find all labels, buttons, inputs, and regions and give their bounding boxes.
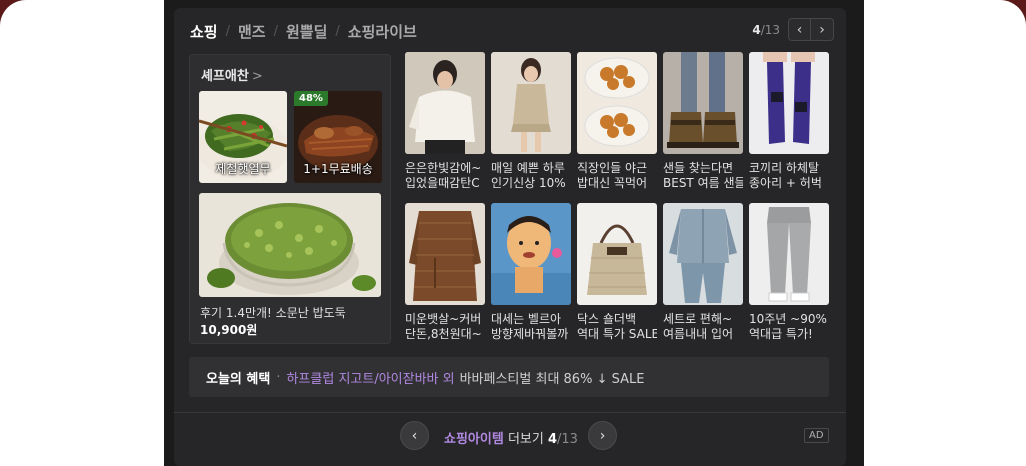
product-card[interactable]: 은은한빛감에~ 입었을때감탄C xyxy=(405,52,485,191)
tab-shopping[interactable]: 쇼핑 xyxy=(190,21,218,42)
product-text-line: 역대급 특가! xyxy=(749,327,813,341)
product-text-line: 샌들 찾는다면 xyxy=(663,161,734,175)
pepper-jar-image xyxy=(199,193,381,297)
product-thumbnail xyxy=(405,52,485,154)
tab-mens[interactable]: 맨즈 xyxy=(238,21,266,42)
chef-mini-item[interactable]: 제철햇열무 xyxy=(199,91,287,183)
product-text-line: 코끼리 하체탈 xyxy=(749,161,820,175)
featured-product-image[interactable] xyxy=(199,193,381,297)
page-background-left xyxy=(0,0,164,466)
benefit-brand: 하프클럽 지고트/아이잗바바 외 xyxy=(286,371,455,387)
next-page-button[interactable]: › xyxy=(811,18,834,41)
footer-divider xyxy=(174,412,846,413)
product-text-line: 10주년 ~90% xyxy=(749,312,827,326)
product-text-line: 세트로 편해~ xyxy=(663,312,733,326)
product-thumbnail xyxy=(491,52,571,154)
product-thumbnail xyxy=(663,203,743,305)
chef-section: 셰프애찬 > 제철햇열무 48% 1+1무료배송 후기 1.4만개! 소문난 밥… xyxy=(189,54,391,344)
product-card[interactable]: 코끼리 하체탈 종아리 + 허벅 xyxy=(749,52,829,191)
header-pager: 4/13 ‹ › xyxy=(752,18,834,41)
chevron-left-icon: ‹ xyxy=(796,21,803,38)
product-card[interactable]: 세트로 편해~ 여름내내 입어 xyxy=(663,203,743,342)
product-text-line: 닥스 숄더백 xyxy=(577,312,637,326)
tab-separator: / xyxy=(273,23,278,39)
footer-prev-button[interactable]: ‹ xyxy=(400,421,429,450)
product-text-line: 종아리 + 허벅 xyxy=(749,176,822,190)
chef-section-title[interactable]: 셰프애찬 > xyxy=(201,65,263,84)
benefit-separator: · xyxy=(276,369,281,385)
product-thumbnail xyxy=(749,203,829,305)
product-text-line: 여름내내 입어 xyxy=(663,327,734,341)
product-thumbnail xyxy=(577,52,657,154)
fried-chicken-image xyxy=(577,52,657,154)
chevron-right-icon: › xyxy=(599,427,606,444)
product-card[interactable]: 미운뱃살~커버 단돈,8천원대~ xyxy=(405,203,485,342)
chevron-left-icon: ‹ xyxy=(411,427,418,444)
product-card[interactable]: 샌들 찾는다면 BEST 여름 샌들 xyxy=(663,52,743,191)
product-thumbnail xyxy=(405,203,485,305)
tab-separator: / xyxy=(225,23,230,39)
product-text-line: 은은한빛감에~ xyxy=(405,161,482,175)
page-background-right xyxy=(864,0,1026,466)
product-text-line: 단돈,8천원대~ xyxy=(405,327,482,341)
set-outfit-image xyxy=(663,203,743,305)
tab-bar: 쇼핑 / 맨즈 / 원쁠딜 / 쇼핑라이브 xyxy=(190,20,417,42)
tab-separator: / xyxy=(335,23,340,39)
product-card[interactable]: 닥스 숄더백 역대 특가 SALE xyxy=(577,203,657,342)
sandals-image xyxy=(663,52,743,154)
shopping-panel: 쇼핑 / 맨즈 / 원쁠딜 / 쇼핑라이브 4/13 ‹ › 셰프애찬 > 제철… xyxy=(174,8,846,466)
featured-product-price: 10,900원 xyxy=(200,323,258,337)
jogger-pants-image xyxy=(749,203,829,305)
product-text-line: 직장인들 야근 xyxy=(577,161,648,175)
product-text-line: 입었을때감탄C xyxy=(405,176,480,190)
product-text-line: 매일 예쁜 하루 xyxy=(491,161,565,175)
dress-image xyxy=(491,52,571,154)
product-card[interactable]: 매일 예쁜 하루 인기신상 10% xyxy=(491,52,571,191)
product-card[interactable]: 직장인들 야근 밥대신 꼭먹어 xyxy=(577,52,657,191)
air-freshener-image xyxy=(491,203,571,305)
ad-badge[interactable]: AD xyxy=(804,428,829,443)
shopping-widget-frame: 쇼핑 / 맨즈 / 원쁠딜 / 쇼핑라이브 4/13 ‹ › 셰프애찬 > 제철… xyxy=(164,0,864,466)
featured-product-title[interactable]: 후기 1.4만개! 소문난 밥도둑 xyxy=(200,304,385,321)
shoulder-bag-image xyxy=(577,203,657,305)
chef-mini-caption: 1+1무료배송 xyxy=(303,162,373,176)
product-text-line: 인기신상 10% xyxy=(491,176,566,190)
chevron-right-icon: › xyxy=(819,21,825,38)
chef-mini-caption: 제철햇열무 xyxy=(215,162,271,176)
knit-cover-image xyxy=(405,203,485,305)
prev-page-button[interactable]: ‹ xyxy=(788,18,811,41)
benefit-label: 오늘의 혜택 xyxy=(206,371,271,387)
product-card[interactable]: 10주년 ~90% 역대급 특가! xyxy=(749,203,829,342)
product-card[interactable]: 대세는 벨르아 방향제바꿔볼까 xyxy=(491,203,571,342)
tab-shopping-live[interactable]: 쇼핑라이브 xyxy=(348,21,417,42)
todays-benefit-banner[interactable]: 오늘의 혜택 · 하프클럽 지고트/아이잗바바 외 바바페스티벌 최대 86% … xyxy=(189,357,829,397)
product-text-line: 역대 특가 SALE xyxy=(577,327,657,341)
chevron-right-icon: > xyxy=(251,69,263,84)
product-text-line: 밥대신 꼭먹어 xyxy=(577,176,648,190)
product-thumbnail xyxy=(577,203,657,305)
tab-one-plus-deal[interactable]: 원쁠딜 xyxy=(286,21,327,42)
pager-count: 4/13 xyxy=(752,22,780,37)
footer-pager: ‹ 쇼핑아이템 더보기 4/13 › AD xyxy=(174,419,846,455)
benefit-description: 바바페스티벌 최대 86% ↓ SALE xyxy=(459,371,645,387)
discount-badge: 48% xyxy=(294,91,328,106)
more-items-link[interactable]: 쇼핑아이템 더보기 4/13 xyxy=(444,428,578,447)
product-thumbnail xyxy=(491,203,571,305)
footer-next-button[interactable]: › xyxy=(588,421,617,450)
chef-mini-item[interactable]: 48% 1+1무료배송 xyxy=(294,91,382,183)
product-text-line: BEST 여름 샌들 xyxy=(663,176,743,190)
leg-wrap-image xyxy=(749,52,829,154)
product-thumbnail xyxy=(663,52,743,154)
product-text-line: 방향제바꿔볼까 xyxy=(491,327,569,341)
product-text-line: 미운뱃살~커버 xyxy=(405,312,482,326)
product-text-line: 대세는 벨르아 xyxy=(491,312,562,326)
product-thumbnail xyxy=(749,52,829,154)
blouse-image xyxy=(405,52,485,154)
